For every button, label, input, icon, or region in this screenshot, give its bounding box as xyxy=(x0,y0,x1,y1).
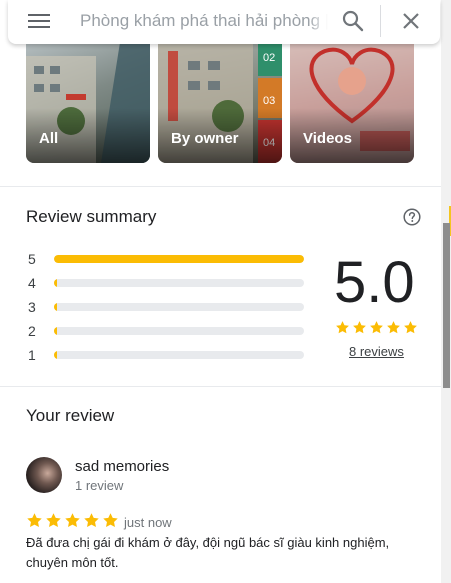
photo-label-by-owner: By owner xyxy=(171,130,239,147)
star-icon xyxy=(353,321,366,334)
review-text: Đã đưa chị gái đi khám ở đây, đội ngũ bá… xyxy=(26,535,390,570)
rating-bar-track xyxy=(54,255,304,263)
rating-row-2[interactable]: 2 xyxy=(26,323,308,339)
rating-bar-stub xyxy=(54,303,57,311)
rating-bar-track xyxy=(54,303,304,311)
rating-bar-fill xyxy=(54,255,304,263)
reviews-link[interactable]: 8 reviews xyxy=(349,344,404,359)
rating-row-1[interactable]: 1 xyxy=(26,347,308,363)
rating-row-5[interactable]: 5 xyxy=(26,251,308,267)
photo-label-videos: Videos xyxy=(303,130,352,147)
rating-row-label: 1 xyxy=(28,347,36,363)
photo-label-all: All xyxy=(39,130,59,147)
close-icon[interactable] xyxy=(398,8,424,34)
rating-bar-track xyxy=(54,279,304,287)
star-icon xyxy=(65,513,80,528)
star-icon xyxy=(27,513,42,528)
search-bar: Phòng khám phá thai hải phòng | xyxy=(8,0,440,44)
avatar[interactable] xyxy=(26,457,62,493)
rating-row-4[interactable]: 4 xyxy=(26,275,308,291)
svg-text:03: 03 xyxy=(263,95,275,107)
star-icon xyxy=(404,321,417,334)
star-icon xyxy=(336,321,349,334)
rating-row-label: 5 xyxy=(28,251,36,267)
search-divider xyxy=(380,5,381,37)
review-stars xyxy=(26,512,119,529)
your-review-title: Your review xyxy=(26,406,115,425)
rating-row-3[interactable]: 3 xyxy=(26,299,308,315)
search-icon[interactable] xyxy=(340,8,366,34)
star-icon xyxy=(84,513,99,528)
rating-bar-track xyxy=(54,327,304,335)
rating-bar-stub xyxy=(54,327,57,335)
section-divider xyxy=(0,386,441,387)
search-fade xyxy=(308,8,328,34)
svg-text:02: 02 xyxy=(263,52,275,64)
rating-row-label: 3 xyxy=(28,299,36,315)
photo-tile-all[interactable]: All xyxy=(26,36,150,163)
star-icon xyxy=(103,513,118,528)
menu-icon[interactable] xyxy=(28,12,50,30)
review-summary-title: Review summary xyxy=(26,207,157,226)
rating-row-label: 2 xyxy=(28,323,36,339)
rating-row-label: 4 xyxy=(28,275,36,291)
star-icon xyxy=(370,321,383,334)
review-author[interactable]: sad memories xyxy=(75,458,169,475)
scrollbar-thumb[interactable] xyxy=(443,223,450,388)
rating-bar-track xyxy=(54,351,304,359)
overall-score: 5.0 xyxy=(334,250,415,315)
review-time: just now xyxy=(124,515,172,530)
star-icon xyxy=(46,513,61,528)
help-icon[interactable] xyxy=(403,208,421,226)
summary-stars xyxy=(335,320,418,335)
search-input[interactable]: Phòng khám phá thai hải phòng | xyxy=(80,9,328,33)
star-icon xyxy=(387,321,400,334)
rating-bar-stub xyxy=(54,351,57,359)
section-divider xyxy=(0,186,441,187)
photo-tile-by-owner[interactable]: 02 03 04 By owner xyxy=(158,36,282,163)
rating-bar-stub xyxy=(54,279,57,287)
review-author-count: 1 review xyxy=(75,478,124,493)
photo-tile-videos[interactable]: Videos xyxy=(290,36,414,163)
